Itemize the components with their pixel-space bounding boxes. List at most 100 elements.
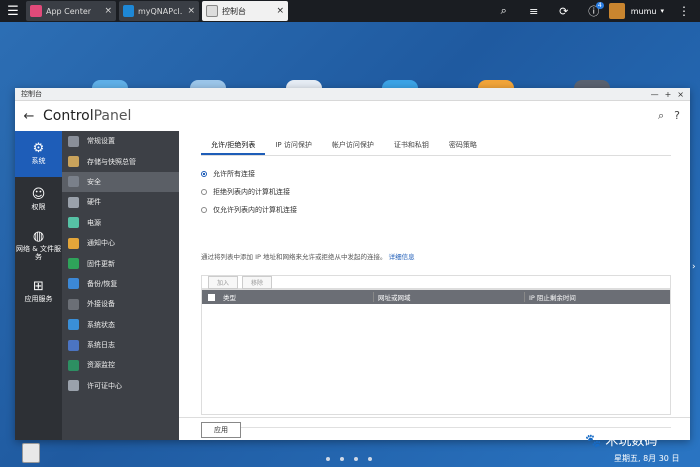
list-description: 通过将列表中添加 IP 地址和网络来允许或拒绝从中发起的连接。 详细信息 xyxy=(201,251,415,261)
nav-privilege[interactable]: ☺ 权限 xyxy=(15,177,62,223)
nav-network-file[interactable]: ◍ 网络 & 文件服务 xyxy=(15,223,62,269)
radio-label: 仅允许列表内的计算机连接 xyxy=(213,206,297,214)
date-display: 星期五, 8月 30 日 xyxy=(614,454,680,463)
maximize-button[interactable]: + xyxy=(665,90,672,99)
sidebar-item-system-status[interactable]: 系统状态 xyxy=(62,315,179,335)
close-button[interactable]: × xyxy=(677,90,684,99)
table-header: 类型 网址或网域 IP 阻止剩余时间 xyxy=(202,290,670,304)
page-dot[interactable] xyxy=(326,457,330,461)
select-all-checkbox[interactable] xyxy=(208,293,215,301)
sidebar-item-resource-monitor[interactable]: 资源监控 xyxy=(62,355,179,375)
sidebar-item-firmware[interactable]: 固件更新 xyxy=(62,253,179,273)
sidebar-item-backup[interactable]: 备份/恢复 xyxy=(62,274,179,294)
external-device-icon xyxy=(68,298,79,310)
radio-deny-listed[interactable]: 拒绝列表内的计算机连接 xyxy=(201,183,297,201)
page-title: ControlPanel xyxy=(43,108,131,124)
page-dot[interactable] xyxy=(354,457,358,461)
gear-icon: ⚙ xyxy=(32,141,45,156)
close-icon[interactable]: × xyxy=(272,6,284,16)
sidebar-item-notification[interactable]: 通知中心 xyxy=(62,233,179,253)
tab-account-access-protection[interactable]: 帐户访问保护 xyxy=(322,137,384,155)
back-arrow-icon[interactable]: ← xyxy=(15,109,43,124)
radio-dot[interactable] xyxy=(201,189,207,195)
more-icon[interactable]: ⋮ xyxy=(678,4,690,18)
remove-button[interactable]: 移除 xyxy=(242,275,273,289)
tab-app-center[interactable]: App Center × xyxy=(26,1,116,21)
sidebar-item-external-device[interactable]: 外接设备 xyxy=(62,294,179,314)
search-icon[interactable]: ⌕ xyxy=(658,109,664,123)
sidebar-item-label: 固件更新 xyxy=(87,259,115,268)
close-icon[interactable]: × xyxy=(183,6,195,16)
sidebar-item-power[interactable]: 电源 xyxy=(62,213,179,233)
storage-icon xyxy=(68,156,79,168)
sidebar-item-label: 安全 xyxy=(87,177,101,186)
sidebar-item-label: 存储与快照总管 xyxy=(87,157,136,166)
tab-control-panel[interactable]: 控制台 × xyxy=(202,1,288,21)
window-titlebar[interactable]: 控制台 — + × xyxy=(15,88,690,101)
security-tabs: 允许/拒绝列表 IP 访问保护 帐户访问保护 证书和私钥 密码策略 xyxy=(201,137,671,156)
tab-label: myQNAPcl… xyxy=(137,6,184,16)
search-icon[interactable]: ⌕ xyxy=(489,0,519,22)
radio-allow-listed[interactable]: 仅允许列表内的计算机连接 xyxy=(201,201,297,219)
column-type[interactable]: 类型 xyxy=(223,292,373,302)
sidebar-item-hardware[interactable]: 硬件 xyxy=(62,192,179,212)
radio-dot[interactable] xyxy=(201,207,207,213)
globe-icon: ◍ xyxy=(32,229,45,245)
background-tasks-icon[interactable]: ≡ xyxy=(519,0,549,22)
column-block-time[interactable]: IP 阻止剩余时间 xyxy=(524,292,576,302)
close-icon[interactable]: × xyxy=(100,6,112,16)
sidebar-item-storage[interactable]: 存储与快照总管 xyxy=(62,151,179,171)
tab-ip-access-protection[interactable]: IP 访问保护 xyxy=(265,137,322,155)
sidebar-item-label: 电源 xyxy=(87,218,101,227)
username[interactable]: mumu xyxy=(631,7,657,16)
main-menu-icon[interactable]: ☰ xyxy=(0,0,26,22)
firmware-icon xyxy=(68,258,79,270)
radio-allow-all[interactable]: 允许所有连接 xyxy=(201,165,297,183)
dock-icon[interactable] xyxy=(22,443,40,463)
nav-applications[interactable]: ⊞ 应用服务 xyxy=(15,269,62,315)
tab-label: App Center xyxy=(46,6,92,16)
page-dot[interactable] xyxy=(368,457,372,461)
taskbar: ☰ App Center × myQNAPcl… × 控制台 × ⌕ ≡ ⟳ ⓘ… xyxy=(0,0,700,22)
monitor-icon xyxy=(68,319,79,331)
nav-label: 系统 xyxy=(31,157,46,166)
help-icon[interactable]: ? xyxy=(674,109,680,123)
sidebar-item-system-logs[interactable]: 系统日志 xyxy=(62,335,179,355)
notification-icon[interactable]: ⓘ 4 xyxy=(579,0,609,22)
sidebar-item-label: 资源监控 xyxy=(87,361,115,370)
desktop-page-dots[interactable] xyxy=(326,457,372,461)
sidebar-item-security[interactable]: 安全 xyxy=(62,171,179,193)
brand-light: Panel xyxy=(93,108,132,124)
sidebar-item-label: 系统日志 xyxy=(87,341,115,350)
avatar[interactable] xyxy=(608,3,625,19)
radio-dot[interactable] xyxy=(201,171,207,177)
nav-system[interactable]: ⚙ 系统 xyxy=(15,131,62,177)
settings-icon xyxy=(206,5,218,17)
general-settings-icon xyxy=(68,135,79,147)
tab-label: 控制台 xyxy=(222,6,246,16)
minimize-button[interactable]: — xyxy=(651,90,659,99)
add-button[interactable]: 加入 xyxy=(208,275,239,289)
chevron-down-icon[interactable]: ▾ xyxy=(660,7,664,15)
sidebar-item-label: 系统状态 xyxy=(87,320,115,329)
external-devices-icon[interactable]: ⟳ xyxy=(549,0,579,22)
column-address[interactable]: 网址或网域 xyxy=(373,292,524,302)
page-dot[interactable] xyxy=(340,457,344,461)
tab-certificate[interactable]: 证书和私钥 xyxy=(384,137,439,155)
radio-label: 拒绝列表内的计算机连接 xyxy=(213,188,290,196)
tab-myqnapcloud[interactable]: myQNAPcl… × xyxy=(119,1,199,21)
nav-label: 权限 xyxy=(31,203,46,212)
tab-allow-deny-list[interactable]: 允许/拒绝列表 xyxy=(201,137,266,155)
control-panel-window: 控制台 — + × ← ControlPanel ⌕ ? ⚙ 系统 ☺ 权限 ◍ xyxy=(15,88,690,440)
resource-monitor-icon xyxy=(68,359,79,371)
shield-icon xyxy=(68,176,79,188)
sidebar-item-general[interactable]: 常规设置 xyxy=(62,131,179,151)
sidebar-item-license[interactable]: 许可证中心 xyxy=(62,376,179,396)
tab-password-policy[interactable]: 密码策略 xyxy=(439,137,487,155)
backup-icon xyxy=(68,278,79,290)
details-link[interactable]: 详细信息 xyxy=(389,253,415,261)
chevron-right-icon[interactable]: › xyxy=(692,262,696,272)
notification-badge: 4 xyxy=(595,2,604,9)
sidebar-item-label: 许可证中心 xyxy=(87,381,122,390)
apply-button[interactable]: 应用 xyxy=(201,422,241,438)
